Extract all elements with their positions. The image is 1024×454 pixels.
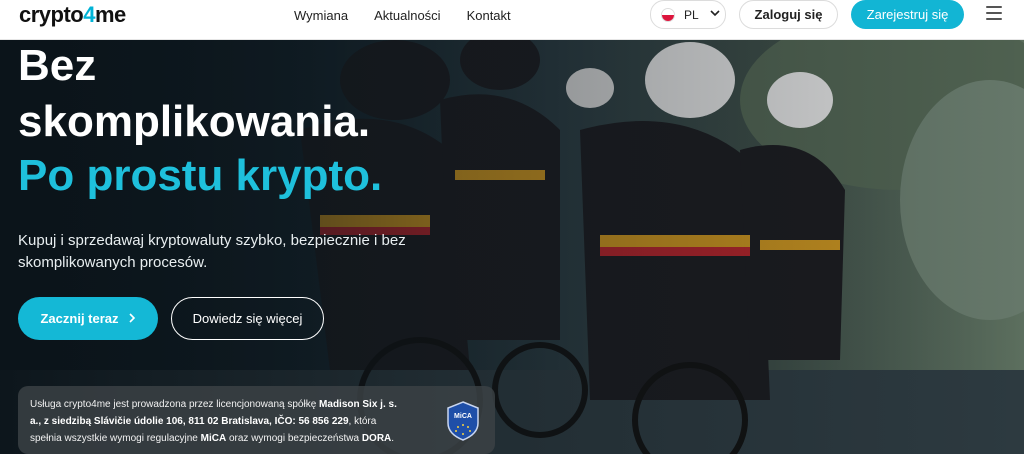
logo-accent: 4 — [83, 2, 95, 27]
chevron-down-icon — [710, 9, 720, 20]
license-notice: Usługa crypto4me jest prowadzona przez l… — [18, 386, 495, 454]
chevron-right-icon — [128, 311, 136, 326]
license-text-3: oraz wymogi bezpieczeństwa — [226, 433, 362, 444]
top-header: crypto4me Wymiana Aktualności Kontakt PL… — [0, 0, 1024, 40]
hamburger-menu-icon[interactable] — [986, 6, 1002, 20]
mica-label: MiCA — [200, 433, 227, 444]
language-selector[interactable]: PL — [650, 0, 726, 29]
hero-title-line-1: Bez — [18, 41, 97, 90]
license-text: Usługa crypto4me jest prowadzona przez l… — [30, 399, 320, 410]
nav-link-wymiana[interactable]: Wymiana — [294, 8, 348, 23]
start-now-label: Zacznij teraz — [40, 311, 119, 326]
login-button[interactable]: Zaloguj się — [739, 0, 838, 29]
main-nav: Wymiana Aktualności Kontakt — [294, 0, 511, 30]
poland-flag-icon — [661, 7, 675, 22]
hero-title-line-2: skomplikowania. — [18, 97, 371, 146]
mica-badge-icon: MiCA — [446, 401, 480, 441]
dora-label: DORA — [361, 433, 392, 444]
logo[interactable]: crypto4me — [19, 2, 126, 28]
logo-text-suffix: me — [95, 2, 126, 27]
hero-title-accent: Po prostu krypto. — [18, 151, 383, 200]
logo-text: crypto — [19, 2, 84, 27]
learn-more-button[interactable]: Dowiedz się więcej — [171, 297, 324, 340]
nav-link-aktualnosci[interactable]: Aktualności — [374, 8, 440, 23]
start-now-button[interactable]: Zacznij teraz — [18, 297, 158, 340]
license-text-end: . — [391, 433, 395, 444]
language-code: PL — [684, 7, 699, 22]
mica-badge-label: MiCA — [454, 413, 472, 420]
register-button[interactable]: Zarejestruj się — [851, 0, 964, 29]
hero-subtitle: Kupuj i sprzedawaj kryptowaluty szybko, … — [18, 232, 406, 271]
nav-link-kontakt[interactable]: Kontakt — [467, 8, 511, 23]
